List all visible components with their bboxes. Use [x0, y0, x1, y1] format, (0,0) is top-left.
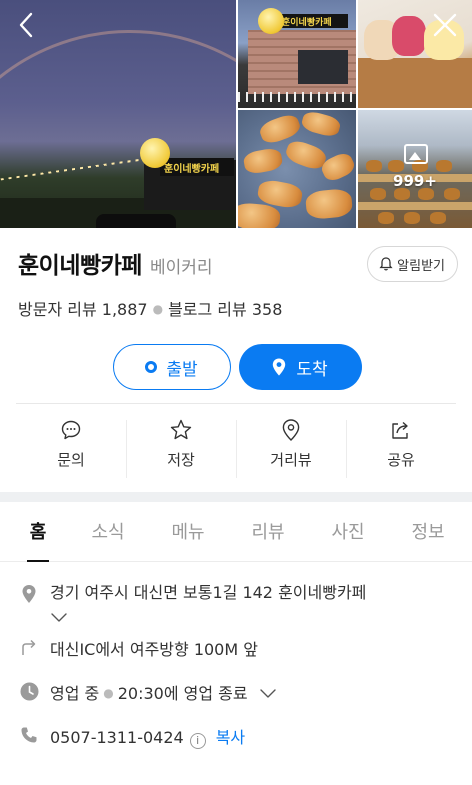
bread-roll [300, 110, 342, 139]
tab-reviews[interactable]: 리뷰 [228, 502, 308, 561]
shop-window [298, 50, 348, 84]
directions-text: 대신IC에서 여주방향 100M 앞 [50, 640, 258, 659]
place-name: 훈이네빵카페 [18, 253, 142, 279]
expand-address-button[interactable] [50, 608, 456, 622]
closing-time: 20:30에 영업 종료 [117, 684, 248, 703]
location-pin-icon [282, 419, 300, 441]
alarm-label: 알림받기 [397, 258, 445, 274]
hours-text: 영업 중 ● 20:30에 영업 종료 [50, 680, 277, 704]
address-text[interactable]: 경기 여주시 대신면 보통1길 142 훈이네빵카페 [50, 582, 366, 604]
more-photos-overlay[interactable]: 999+ [358, 110, 472, 228]
back-button[interactable] [12, 10, 42, 40]
bread-roll [242, 146, 284, 176]
tab-menu[interactable]: 메뉴 [148, 502, 228, 561]
location-pin-icon [273, 358, 286, 376]
close-icon [433, 13, 457, 37]
bread-roll [238, 201, 282, 228]
chevron-down-icon [260, 689, 276, 698]
share-label: 공유 [387, 451, 415, 469]
route-buttons: 출발 도착 [18, 344, 456, 390]
photo-count: 999+ [393, 172, 437, 190]
depart-button[interactable]: 출발 [112, 344, 231, 390]
separator-dot: ● [103, 686, 114, 700]
visitor-reviews-link[interactable]: 방문자 리뷰 1,887 [18, 300, 148, 319]
share-button[interactable]: 공유 [346, 418, 456, 492]
chevron-left-icon [19, 12, 33, 38]
inquiry-label: 문의 [57, 451, 85, 469]
details-section: 경기 여주시 대신면 보통1길 142 훈이네빵카페 대신IC에서 여주방향 1… [0, 562, 472, 749]
arrive-button[interactable]: 도착 [238, 344, 362, 390]
location-pin-icon [22, 585, 36, 603]
close-button[interactable] [430, 10, 460, 40]
share-icon [392, 421, 408, 439]
blog-reviews-link[interactable]: 블로그 리뷰 358 [168, 300, 282, 319]
chevron-down-icon [51, 613, 67, 622]
save-button[interactable]: 저장 [126, 418, 236, 492]
shop-photo[interactable]: 훈이네빵카페 [238, 0, 356, 108]
car [96, 214, 176, 228]
image-icon [404, 144, 428, 164]
phone-number[interactable]: 0507-1311-0424 [50, 728, 184, 747]
railing [238, 92, 356, 102]
copy-button[interactable]: 복사 [216, 728, 245, 747]
arrive-label: 도착 [296, 359, 328, 380]
inquiry-button[interactable]: 문의 [16, 418, 126, 492]
tab-bar: 홈 소식 메뉴 리뷰 사진 정보 [0, 502, 472, 562]
bread-photo[interactable] [238, 110, 356, 228]
photo-gallery[interactable]: 훈이네빵카페 훈이네빵카페 999+ [0, 0, 472, 228]
section-gap [0, 492, 472, 502]
wooden-board [358, 58, 472, 108]
review-summary: 방문자 리뷰 1,887 ● 블로그 리뷰 358 [18, 296, 456, 320]
phone-row: 0507-1311-0424 i 복사 [18, 724, 456, 749]
shop-sign: 훈이네빵카페 [278, 14, 348, 28]
tab-home[interactable]: 홈 [8, 502, 68, 562]
depart-label: 출발 [166, 359, 198, 380]
phone-content: 0507-1311-0424 i 복사 [50, 724, 245, 749]
address-row: 경기 여주시 대신면 보통1길 142 훈이네빵카페 [18, 582, 456, 604]
save-label: 저장 [167, 451, 195, 469]
phone-icon [21, 727, 37, 743]
chat-bubble-icon [61, 420, 81, 440]
clock-icon [20, 682, 38, 701]
business-status: 영업 중 [50, 684, 100, 703]
info-icon[interactable]: i [189, 733, 206, 749]
tab-news[interactable]: 소식 [68, 502, 148, 561]
action-bar: 문의 저장 거리뷰 공유 [0, 404, 472, 492]
bell-icon [379, 257, 393, 271]
store-sign: 훈이네빵카페 [160, 158, 234, 176]
place-header: 훈이네빵카페 베이커리 알림받기 방문자 리뷰 1,887 ● 블로그 리뷰 358… [0, 228, 472, 403]
origin-dot-icon [145, 361, 158, 373]
alarm-button[interactable]: 알림받기 [367, 246, 458, 282]
tab-photos[interactable]: 사진 [308, 502, 388, 561]
place-category: 베이커리 [149, 258, 213, 278]
bread-roll [304, 188, 354, 220]
cake [392, 16, 426, 56]
street-view-button[interactable]: 거리뷰 [236, 418, 346, 492]
street-view-label: 거리뷰 [270, 451, 312, 469]
hours-row[interactable]: 영업 중 ● 20:30에 영업 종료 [18, 680, 456, 704]
moon-balloon [258, 8, 284, 34]
separator-dot: ● [152, 302, 164, 316]
directions-row: 대신IC에서 여주방향 100M 앞 [18, 636, 456, 660]
turn-arrow-icon [22, 639, 36, 655]
moon-balloon [140, 138, 170, 168]
star-icon [170, 419, 192, 440]
tab-info[interactable]: 정보 [388, 502, 468, 561]
